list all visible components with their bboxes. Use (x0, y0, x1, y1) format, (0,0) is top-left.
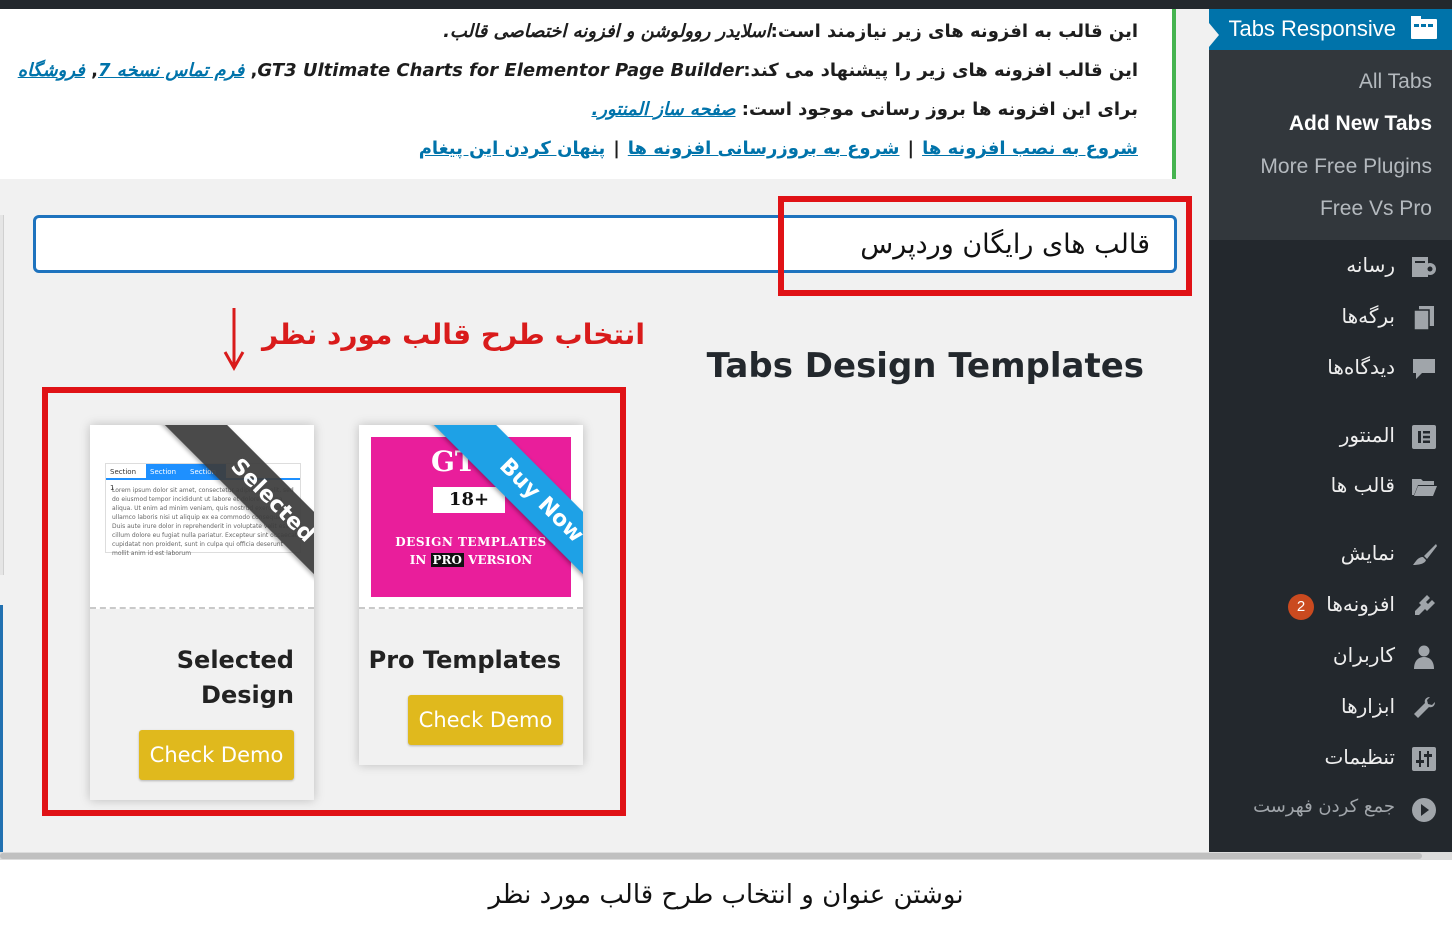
submenu-add-new-tabs[interactable]: Add New Tabs (1289, 112, 1432, 136)
menu-users[interactable]: کاربران (1209, 635, 1452, 679)
collapse-play-icon (1412, 798, 1436, 822)
notice-actions: شروع به نصب افزونه ها | شروع به بروزرسانی … (419, 138, 1138, 159)
menu-label: دیدگاه‌ها (1327, 355, 1395, 379)
appearance-brush-icon (1413, 544, 1437, 565)
elementor-icon (1412, 425, 1436, 449)
menu-label: جمع کردن فهرست (1253, 796, 1395, 817)
image-caption: نوشتن عنوان و انتخاب طرح قالب مورد نظر (488, 880, 964, 910)
left-panel-accent (0, 605, 3, 855)
menu-label: رسانه (1346, 253, 1395, 277)
plugins-icon (1415, 595, 1435, 615)
menu-tabs-responsive[interactable]: Tabs Responsive (1209, 9, 1452, 50)
menu-label: ابزارها (1340, 694, 1395, 718)
submenu-all-tabs[interactable]: All Tabs (1359, 70, 1432, 94)
submenu-more-free-plugins[interactable]: More Free Plugins (1260, 155, 1432, 179)
notice-separator: | (613, 138, 620, 159)
tools-wrench-icon (1414, 697, 1435, 718)
notice-comma: , (91, 60, 98, 81)
notice-updates-text: برای این افزونه ها بروز رسانی موجود است: (741, 99, 1138, 120)
notice-separator: | (907, 138, 915, 159)
menu-tools[interactable]: ابزارها (1209, 686, 1452, 730)
menu-templates[interactable]: قالب ها (1209, 465, 1452, 509)
users-icon (1414, 645, 1434, 669)
submenu-free-vs-pro[interactable]: Free Vs Pro (1320, 197, 1432, 221)
active-menu-arrow (1209, 23, 1219, 47)
menu-label: کاربران (1332, 643, 1395, 667)
notice-required-plugins: اسلایدر روولوشن و افزونه اختصاصی قالب. (443, 21, 771, 42)
notice-line-required: این قالب به افزونه های زیر نیازمند است:ا… (443, 21, 1138, 42)
menu-label: افزونه‌ها (1326, 592, 1395, 616)
scrollbar-thumb[interactable] (0, 853, 1422, 859)
left-panel-edge (0, 215, 4, 575)
menu-label: تنظیمات (1324, 745, 1395, 769)
menu-collapse[interactable]: جمع کردن فهرست (1209, 788, 1452, 832)
annotation-arrow-down-icon (223, 308, 245, 372)
annotation-title-highlight (778, 196, 1192, 296)
media-icon (1412, 257, 1436, 277)
notice-required-text: این قالب به افزونه های زیر نیازمند است: (770, 21, 1138, 42)
menu-media[interactable]: رسانه (1209, 245, 1452, 289)
menu-elementor[interactable]: المنتور (1209, 415, 1452, 459)
screenshot-stage: این قالب به افزونه های زیر نیازمند است:ا… (0, 0, 1452, 949)
notice-line-recommended: این قالب افزونه های زیر را پیشنهاد می کن… (18, 60, 1138, 81)
plugin-requirements-notice: این قالب به افزونه های زیر نیازمند است:ا… (0, 9, 1176, 179)
menu-label: Tabs Responsive (1228, 16, 1396, 41)
menu-label: برگه‌ها (1341, 304, 1396, 328)
shop-plugin-link[interactable]: فروشگاه (18, 60, 85, 81)
plugins-update-badge: 2 (1288, 594, 1314, 620)
menu-label: قالب ها (1330, 473, 1395, 497)
annotation-templates-highlight (42, 387, 626, 816)
menu-label: نمایش (1340, 541, 1395, 565)
dismiss-notice-link[interactable]: پنهان کردن این پیغام (419, 138, 606, 159)
folder-icon (1412, 479, 1437, 496)
templates-heading: Tabs Design Templates (706, 346, 1144, 386)
menu-label: المنتور (1339, 423, 1395, 447)
folder-tabs-icon (1411, 16, 1437, 39)
menu-appearance[interactable]: نمایش (1209, 533, 1452, 577)
notice-line-updates: برای این افزونه ها بروز رسانی موجود است:… (591, 99, 1138, 120)
menu-plugins[interactable]: افزونه‌ها 2 (1209, 584, 1452, 628)
menu-pages[interactable]: برگه‌ها (1209, 296, 1452, 340)
notice-recommended-text: این قالب افزونه های زیر را پیشنهاد می کن… (743, 60, 1138, 81)
annotation-label: انتخاب طرح قالب مورد نظر (262, 318, 645, 351)
install-plugins-link[interactable]: شروع به نصب افزونه ها (922, 138, 1138, 159)
notice-recommended-gt3: GT3 Ultimate Charts for Elementor Page B… (257, 60, 744, 81)
horizontal-scrollbar[interactable] (0, 852, 1452, 860)
update-plugins-link[interactable]: شروع به بروزرسانی افزونه ها (628, 138, 900, 159)
pages-icon (1413, 306, 1434, 331)
menu-settings[interactable]: تنظیمات (1209, 737, 1452, 781)
admin-sidebar: Tabs Responsive All Tabs Add New Tabs Mo… (1209, 0, 1452, 852)
comments-icon (1413, 359, 1435, 379)
settings-sliders-icon (1412, 747, 1436, 771)
cf7-plugin-link[interactable]: فرم تماس نسخه 7 (98, 60, 244, 81)
menu-comments[interactable]: دیدگاه‌ها (1209, 347, 1452, 391)
elementor-update-link[interactable]: صفحه ساز المنتور. (591, 99, 735, 120)
